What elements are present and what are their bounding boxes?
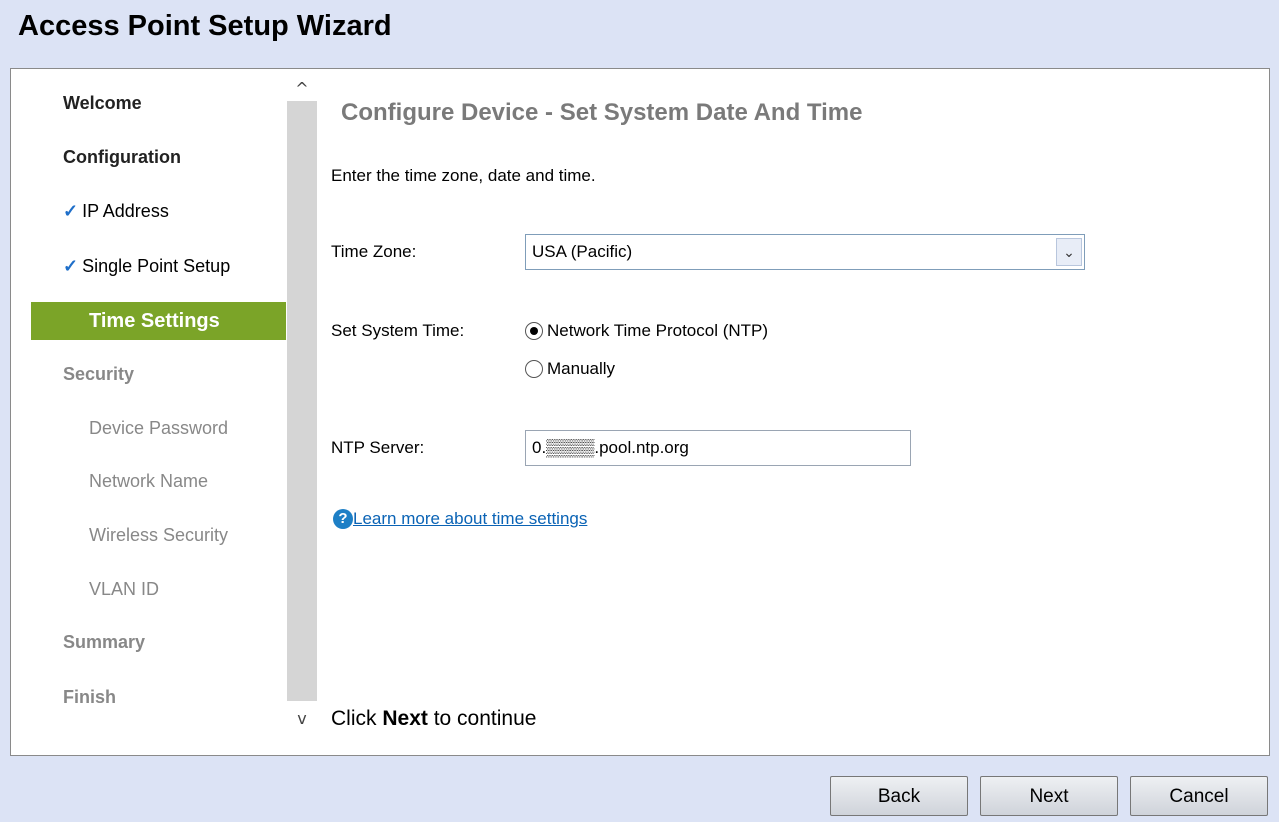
radio-ntp[interactable] [525,322,543,340]
wizard-frame: Welcome Configuration ✓ IP Address ✓ Singl… [10,68,1270,756]
radio-ntp-label: Network Time Protocol (NTP) [547,321,769,340]
continue-bold: Next [382,707,428,730]
nav-network-name: Network Name [89,471,209,491]
time-zone-label: Time Zone: [331,242,417,261]
continue-instruction: Click Next to continue [331,707,536,731]
nav-vlan-id: VLAN ID [89,579,160,599]
continue-prefix: Click [331,707,383,730]
wizard-nav: Welcome Configuration ✓ IP Address ✓ Singl… [11,69,291,755]
help-icon[interactable]: ? [333,509,353,529]
time-zone-select[interactable]: USA (Pacific) ⌄ [525,234,1085,270]
nav-ip-address-label: IP Address [82,201,169,221]
learn-more-link[interactable]: Learn more about time settings [353,509,587,529]
next-button[interactable]: Next [980,776,1118,816]
scroll-down-icon[interactable]: v [287,709,317,733]
nav-ip-address[interactable]: ✓ IP Address [63,201,169,222]
time-zone-value: USA (Pacific) [532,242,633,261]
nav-configuration[interactable]: Configuration [63,147,181,168]
continue-suffix: to continue [427,707,537,730]
chevron-down-icon[interactable]: ⌄ [1056,238,1082,266]
cancel-button[interactable]: Cancel [1130,776,1268,816]
nav-wireless-security: Wireless Security [89,525,229,545]
radio-manual-label: Manually [547,359,616,378]
radio-ntp-option[interactable]: Network Time Protocol (NTP) [525,321,768,341]
checkmark-icon: ✓ [63,201,79,221]
ntp-server-label: NTP Server: [331,438,425,457]
nav-single-point-setup-label: Single Point Setup [82,256,231,276]
nav-device-password: Device Password [89,418,229,438]
radio-manual-option[interactable]: Manually [525,359,615,379]
nav-scrollbar[interactable]: ^ v [287,69,317,755]
nav-summary: Summary [63,632,146,652]
nav-welcome[interactable]: Welcome [63,93,142,114]
nav-finish: Finish [63,687,116,707]
set-system-time-label: Set System Time: [331,321,465,340]
ntp-server-input[interactable]: 0.▒▒▒▒.pool.ntp.org [525,430,911,466]
nav-single-point-setup[interactable]: ✓ Single Point Setup [63,256,230,277]
wizard-title: Access Point Setup Wizard [18,10,392,42]
back-button[interactable]: Back [830,776,968,816]
nav-time-settings[interactable]: Time Settings [31,302,286,340]
checkmark-icon: ✓ [63,256,79,276]
nav-security: Security [63,364,135,384]
scroll-up-icon[interactable]: ^ [287,79,317,103]
help-row[interactable]: ? Learn more about time settings [333,509,587,529]
page-heading: Configure Device - Set System Date And T… [341,99,863,126]
intro-text: Enter the time zone, date and time. [331,166,596,185]
content-panel: Configure Device - Set System Date And T… [331,69,1269,755]
scroll-track[interactable] [287,101,317,701]
radio-manual[interactable] [525,360,543,378]
